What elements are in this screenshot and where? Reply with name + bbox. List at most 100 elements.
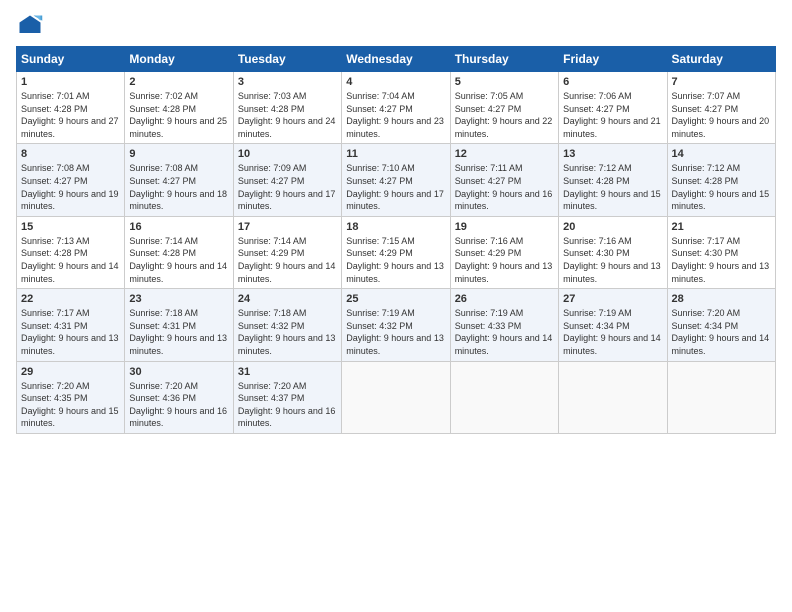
- cell-info: Sunrise: 7:13 AMSunset: 4:28 PMDaylight:…: [21, 236, 119, 284]
- calendar-cell: 12 Sunrise: 7:11 AMSunset: 4:27 PMDaylig…: [450, 144, 558, 216]
- calendar-cell: 1 Sunrise: 7:01 AMSunset: 4:28 PMDayligh…: [17, 72, 125, 144]
- calendar-cell: 9 Sunrise: 7:08 AMSunset: 4:27 PMDayligh…: [125, 144, 233, 216]
- day-number: 23: [129, 293, 228, 305]
- cell-info: Sunrise: 7:01 AMSunset: 4:28 PMDaylight:…: [21, 91, 119, 139]
- calendar-cell: 8 Sunrise: 7:08 AMSunset: 4:27 PMDayligh…: [17, 144, 125, 216]
- calendar-cell: 23 Sunrise: 7:18 AMSunset: 4:31 PMDaylig…: [125, 289, 233, 361]
- calendar-cell: 17 Sunrise: 7:14 AMSunset: 4:29 PMDaylig…: [233, 216, 341, 288]
- cell-info: Sunrise: 7:20 AMSunset: 4:35 PMDaylight:…: [21, 381, 119, 429]
- week-row-1: 1 Sunrise: 7:01 AMSunset: 4:28 PMDayligh…: [17, 72, 776, 144]
- calendar-cell: 31 Sunrise: 7:20 AMSunset: 4:37 PMDaylig…: [233, 361, 341, 433]
- cell-info: Sunrise: 7:10 AMSunset: 4:27 PMDaylight:…: [346, 163, 444, 211]
- day-number: 30: [129, 366, 228, 378]
- calendar-cell: 14 Sunrise: 7:12 AMSunset: 4:28 PMDaylig…: [667, 144, 775, 216]
- calendar-cell: 16 Sunrise: 7:14 AMSunset: 4:28 PMDaylig…: [125, 216, 233, 288]
- calendar-cell: 20 Sunrise: 7:16 AMSunset: 4:30 PMDaylig…: [559, 216, 667, 288]
- day-number: 12: [455, 148, 554, 160]
- cell-info: Sunrise: 7:19 AMSunset: 4:33 PMDaylight:…: [455, 308, 553, 356]
- cell-info: Sunrise: 7:14 AMSunset: 4:28 PMDaylight:…: [129, 236, 227, 284]
- cell-info: Sunrise: 7:16 AMSunset: 4:29 PMDaylight:…: [455, 236, 553, 284]
- day-number: 8: [21, 148, 120, 160]
- calendar-cell: 26 Sunrise: 7:19 AMSunset: 4:33 PMDaylig…: [450, 289, 558, 361]
- day-number: 3: [238, 76, 337, 88]
- cell-info: Sunrise: 7:06 AMSunset: 4:27 PMDaylight:…: [563, 91, 661, 139]
- page: SundayMondayTuesdayWednesdayThursdayFrid…: [0, 0, 792, 612]
- cell-info: Sunrise: 7:09 AMSunset: 4:27 PMDaylight:…: [238, 163, 336, 211]
- calendar-cell: 4 Sunrise: 7:04 AMSunset: 4:27 PMDayligh…: [342, 72, 450, 144]
- calendar-cell: 21 Sunrise: 7:17 AMSunset: 4:30 PMDaylig…: [667, 216, 775, 288]
- cell-info: Sunrise: 7:17 AMSunset: 4:30 PMDaylight:…: [672, 236, 770, 284]
- week-row-4: 22 Sunrise: 7:17 AMSunset: 4:31 PMDaylig…: [17, 289, 776, 361]
- week-row-5: 29 Sunrise: 7:20 AMSunset: 4:35 PMDaylig…: [17, 361, 776, 433]
- calendar-cell: 27 Sunrise: 7:19 AMSunset: 4:34 PMDaylig…: [559, 289, 667, 361]
- day-number: 29: [21, 366, 120, 378]
- day-header-thursday: Thursday: [450, 47, 558, 72]
- day-number: 7: [672, 76, 771, 88]
- cell-info: Sunrise: 7:12 AMSunset: 4:28 PMDaylight:…: [672, 163, 770, 211]
- calendar-cell: 3 Sunrise: 7:03 AMSunset: 4:28 PMDayligh…: [233, 72, 341, 144]
- day-number: 28: [672, 293, 771, 305]
- day-header-sunday: Sunday: [17, 47, 125, 72]
- day-number: 6: [563, 76, 662, 88]
- day-number: 26: [455, 293, 554, 305]
- day-header-wednesday: Wednesday: [342, 47, 450, 72]
- day-number: 31: [238, 366, 337, 378]
- calendar-cell: 25 Sunrise: 7:19 AMSunset: 4:32 PMDaylig…: [342, 289, 450, 361]
- day-number: 10: [238, 148, 337, 160]
- cell-info: Sunrise: 7:04 AMSunset: 4:27 PMDaylight:…: [346, 91, 444, 139]
- header: [16, 12, 776, 40]
- calendar-cell: 5 Sunrise: 7:05 AMSunset: 4:27 PMDayligh…: [450, 72, 558, 144]
- day-number: 27: [563, 293, 662, 305]
- day-number: 9: [129, 148, 228, 160]
- calendar-cell: 10 Sunrise: 7:09 AMSunset: 4:27 PMDaylig…: [233, 144, 341, 216]
- cell-info: Sunrise: 7:20 AMSunset: 4:36 PMDaylight:…: [129, 381, 227, 429]
- calendar-cell: 2 Sunrise: 7:02 AMSunset: 4:28 PMDayligh…: [125, 72, 233, 144]
- day-number: 22: [21, 293, 120, 305]
- day-number: 13: [563, 148, 662, 160]
- logo: [16, 12, 48, 40]
- day-number: 24: [238, 293, 337, 305]
- calendar-cell: 30 Sunrise: 7:20 AMSunset: 4:36 PMDaylig…: [125, 361, 233, 433]
- cell-info: Sunrise: 7:05 AMSunset: 4:27 PMDaylight:…: [455, 91, 553, 139]
- day-number: 15: [21, 221, 120, 233]
- calendar-cell: 6 Sunrise: 7:06 AMSunset: 4:27 PMDayligh…: [559, 72, 667, 144]
- day-number: 21: [672, 221, 771, 233]
- calendar-cell: [450, 361, 558, 433]
- calendar-cell: [342, 361, 450, 433]
- day-number: 17: [238, 221, 337, 233]
- day-number: 5: [455, 76, 554, 88]
- calendar-cell: 18 Sunrise: 7:15 AMSunset: 4:29 PMDaylig…: [342, 216, 450, 288]
- cell-info: Sunrise: 7:03 AMSunset: 4:28 PMDaylight:…: [238, 91, 336, 139]
- cell-info: Sunrise: 7:18 AMSunset: 4:31 PMDaylight:…: [129, 308, 227, 356]
- cell-info: Sunrise: 7:08 AMSunset: 4:27 PMDaylight:…: [21, 163, 119, 211]
- cell-info: Sunrise: 7:14 AMSunset: 4:29 PMDaylight:…: [238, 236, 336, 284]
- calendar-cell: 19 Sunrise: 7:16 AMSunset: 4:29 PMDaylig…: [450, 216, 558, 288]
- calendar-cell: 28 Sunrise: 7:20 AMSunset: 4:34 PMDaylig…: [667, 289, 775, 361]
- calendar-cell: 22 Sunrise: 7:17 AMSunset: 4:31 PMDaylig…: [17, 289, 125, 361]
- day-number: 4: [346, 76, 445, 88]
- day-header-tuesday: Tuesday: [233, 47, 341, 72]
- cell-info: Sunrise: 7:08 AMSunset: 4:27 PMDaylight:…: [129, 163, 227, 211]
- header-row: SundayMondayTuesdayWednesdayThursdayFrid…: [17, 47, 776, 72]
- cell-info: Sunrise: 7:19 AMSunset: 4:34 PMDaylight:…: [563, 308, 661, 356]
- calendar-cell: 24 Sunrise: 7:18 AMSunset: 4:32 PMDaylig…: [233, 289, 341, 361]
- week-row-2: 8 Sunrise: 7:08 AMSunset: 4:27 PMDayligh…: [17, 144, 776, 216]
- cell-info: Sunrise: 7:07 AMSunset: 4:27 PMDaylight:…: [672, 91, 770, 139]
- calendar: SundayMondayTuesdayWednesdayThursdayFrid…: [16, 46, 776, 434]
- day-number: 1: [21, 76, 120, 88]
- cell-info: Sunrise: 7:15 AMSunset: 4:29 PMDaylight:…: [346, 236, 444, 284]
- calendar-cell: 13 Sunrise: 7:12 AMSunset: 4:28 PMDaylig…: [559, 144, 667, 216]
- day-number: 16: [129, 221, 228, 233]
- cell-info: Sunrise: 7:20 AMSunset: 4:34 PMDaylight:…: [672, 308, 770, 356]
- day-header-monday: Monday: [125, 47, 233, 72]
- day-number: 20: [563, 221, 662, 233]
- day-number: 2: [129, 76, 228, 88]
- calendar-cell: 11 Sunrise: 7:10 AMSunset: 4:27 PMDaylig…: [342, 144, 450, 216]
- cell-info: Sunrise: 7:17 AMSunset: 4:31 PMDaylight:…: [21, 308, 119, 356]
- calendar-cell: [667, 361, 775, 433]
- cell-info: Sunrise: 7:19 AMSunset: 4:32 PMDaylight:…: [346, 308, 444, 356]
- cell-info: Sunrise: 7:18 AMSunset: 4:32 PMDaylight:…: [238, 308, 336, 356]
- day-number: 25: [346, 293, 445, 305]
- day-number: 11: [346, 148, 445, 160]
- cell-info: Sunrise: 7:11 AMSunset: 4:27 PMDaylight:…: [455, 163, 553, 211]
